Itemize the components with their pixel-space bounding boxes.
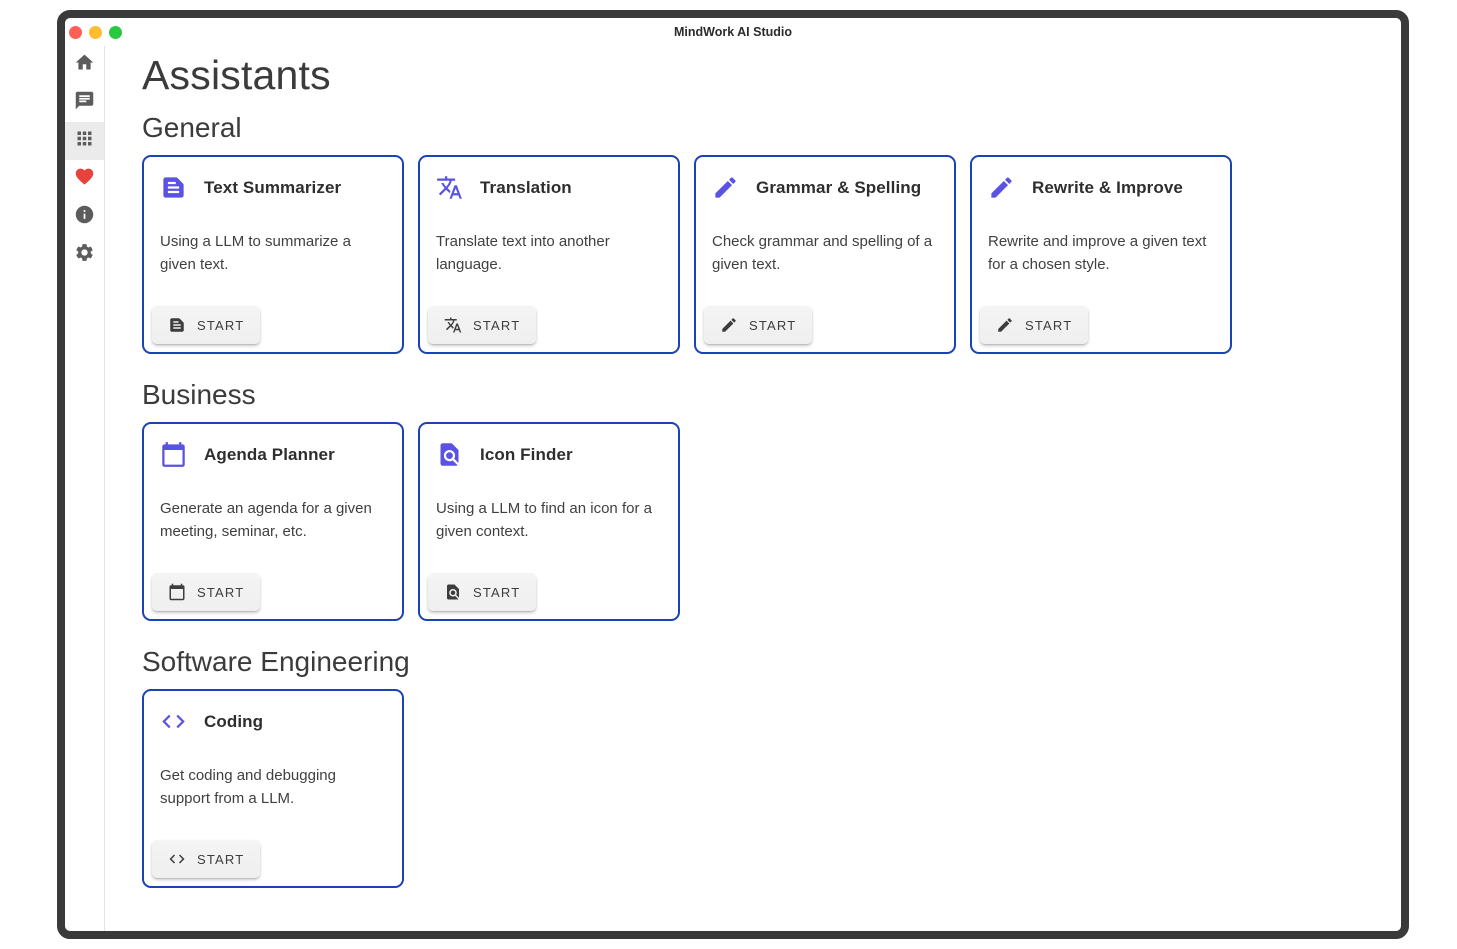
title-bar: MindWork AI Studio [65, 18, 1401, 46]
find-icon [444, 583, 462, 601]
start-button-agenda-planner[interactable]: START [152, 573, 260, 611]
section-title: Software Engineering [142, 646, 1381, 678]
start-button-grammar-spelling[interactable]: START [704, 306, 812, 344]
apps-grid-icon [74, 128, 95, 154]
sidebar-item-about[interactable] [65, 198, 104, 236]
card-actions: START [144, 565, 402, 619]
start-button-text-summarizer[interactable]: START [152, 306, 260, 344]
section-title: Business [142, 379, 1381, 411]
card-title: Coding [204, 712, 263, 732]
start-button-icon-finder[interactable]: START [428, 573, 536, 611]
sections-container: General Text Summarizer Using a LLM to s… [142, 112, 1381, 888]
card-header: Coding [144, 691, 402, 735]
pencil-icon [988, 174, 1015, 201]
card-description: Generate an agenda for a given meeting, … [144, 497, 402, 543]
find-icon [436, 441, 463, 468]
section-title: General [142, 112, 1381, 144]
card-actions: START [144, 298, 402, 352]
card-header: Grammar & Spelling [696, 157, 954, 201]
text-snippet-icon [168, 316, 186, 334]
sidebar-item-chats[interactable] [65, 84, 104, 122]
traffic-lights [65, 26, 122, 39]
start-button-label: START [197, 318, 244, 333]
assistant-card-icon-finder: Icon Finder Using a LLM to find an icon … [418, 422, 680, 621]
card-title: Grammar & Spelling [756, 178, 921, 198]
card-row: Text Summarizer Using a LLM to summarize… [142, 155, 1381, 354]
sidebar-item-home[interactable] [65, 46, 104, 84]
card-actions: START [696, 298, 954, 352]
main-content: Assistants General Text Summarizer Using… [105, 46, 1401, 931]
page-title: Assistants [142, 52, 1381, 99]
translate-icon [444, 316, 462, 334]
assistant-card-translation: Translation Translate text into another … [418, 155, 680, 354]
calendar-icon [168, 583, 186, 601]
translate-icon [436, 174, 463, 201]
pencil-icon [720, 316, 738, 334]
start-button-label: START [473, 318, 520, 333]
start-button-label: START [1025, 318, 1072, 333]
app-window: MindWork AI Studio Assistants General Te… [57, 10, 1409, 939]
card-description: Rewrite and improve a given text for a c… [972, 230, 1230, 276]
section-business: Business Agenda Planner Generate an agen… [142, 379, 1381, 621]
card-header: Rewrite & Improve [972, 157, 1230, 201]
sidebar-item-settings[interactable] [65, 236, 104, 274]
start-button-coding[interactable]: START [152, 840, 260, 878]
start-button-label: START [197, 585, 244, 600]
start-button-label: START [749, 318, 796, 333]
card-description: Check grammar and spelling of a given te… [696, 230, 954, 276]
assistant-card-agenda-planner: Agenda Planner Generate an agenda for a … [142, 422, 404, 621]
section-general: General Text Summarizer Using a LLM to s… [142, 112, 1381, 354]
card-header: Icon Finder [420, 424, 678, 468]
card-description: Get coding and debugging support from a … [144, 764, 402, 810]
sidebar-item-assistants[interactable] [65, 122, 104, 160]
assistant-card-text-summarizer: Text Summarizer Using a LLM to summarize… [142, 155, 404, 354]
heart-icon [74, 166, 95, 192]
home-icon [74, 52, 95, 78]
code-icon [168, 850, 186, 868]
start-button-label: START [473, 585, 520, 600]
assistant-card-rewrite-improve: Rewrite & Improve Rewrite and improve a … [970, 155, 1232, 354]
minimize-button[interactable] [89, 26, 102, 39]
card-title: Agenda Planner [204, 445, 335, 465]
card-title: Icon Finder [480, 445, 573, 465]
app-body: Assistants General Text Summarizer Using… [65, 46, 1401, 931]
card-actions: START [972, 298, 1230, 352]
section-software-engineering: Software Engineering Coding Get coding a… [142, 646, 1381, 888]
start-button-label: START [197, 852, 244, 867]
pencil-icon [712, 174, 739, 201]
pencil-icon [996, 316, 1014, 334]
card-title: Text Summarizer [204, 178, 341, 198]
calendar-icon [160, 441, 187, 468]
chat-icon [74, 90, 95, 116]
card-title: Translation [480, 178, 572, 198]
card-row: Coding Get coding and debugging support … [142, 689, 1381, 888]
card-actions: START [420, 565, 678, 619]
assistant-card-coding: Coding Get coding and debugging support … [142, 689, 404, 888]
assistant-card-grammar-spelling: Grammar & Spelling Check grammar and spe… [694, 155, 956, 354]
start-button-rewrite-improve[interactable]: START [980, 306, 1088, 344]
card-header: Translation [420, 157, 678, 201]
card-description: Translate text into another language. [420, 230, 678, 276]
start-button-translation[interactable]: START [428, 306, 536, 344]
sidebar-item-favorites[interactable] [65, 160, 104, 198]
card-actions: START [420, 298, 678, 352]
card-row: Agenda Planner Generate an agenda for a … [142, 422, 1381, 621]
card-actions: START [144, 832, 402, 886]
card-description: Using a LLM to find an icon for a given … [420, 497, 678, 543]
code-icon [160, 708, 187, 735]
card-header: Text Summarizer [144, 157, 402, 201]
card-title: Rewrite & Improve [1032, 178, 1183, 198]
card-header: Agenda Planner [144, 424, 402, 468]
info-icon [74, 204, 95, 230]
text-snippet-icon [160, 174, 187, 201]
gear-icon [74, 242, 95, 268]
sidebar [65, 46, 105, 931]
close-button[interactable] [69, 26, 82, 39]
card-description: Using a LLM to summarize a given text. [144, 230, 402, 276]
window-title: MindWork AI Studio [65, 25, 1401, 39]
zoom-button[interactable] [109, 26, 122, 39]
